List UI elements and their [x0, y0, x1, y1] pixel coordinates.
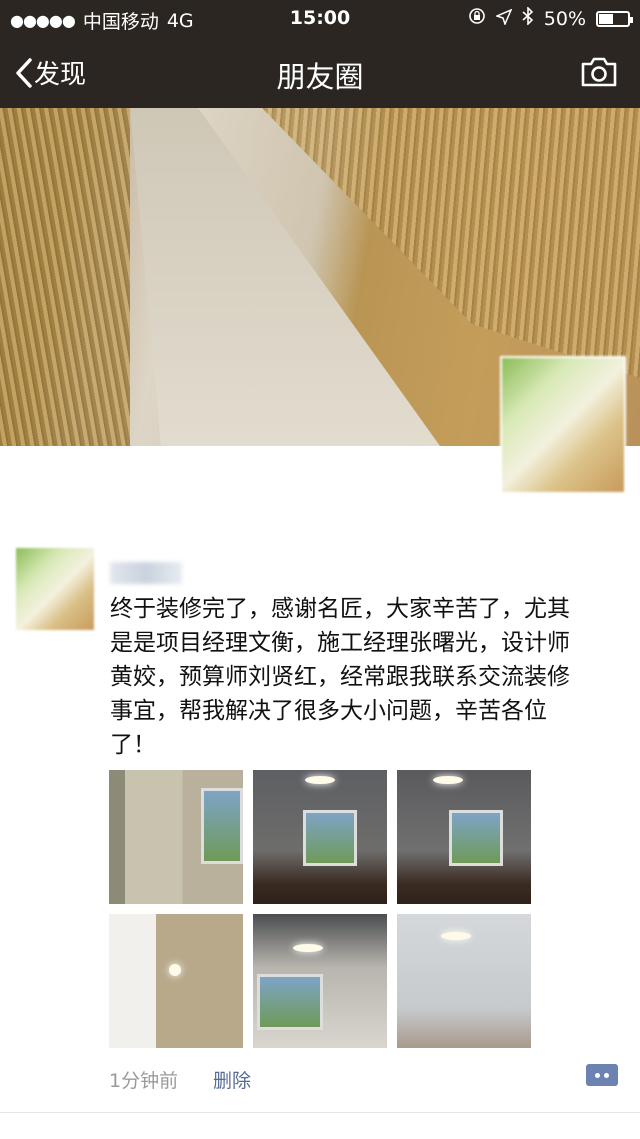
comment-icon[interactable] [586, 1064, 618, 1086]
post-divider [0, 1112, 640, 1113]
photo-thumbnail[interactable] [253, 914, 387, 1048]
orientation-lock-icon [468, 7, 486, 30]
battery-icon [596, 10, 633, 27]
nav-bar: 发现 朋友圈 [0, 36, 640, 108]
photo-thumbnail[interactable] [109, 770, 243, 904]
photo-thumbnail[interactable] [109, 914, 243, 1048]
location-icon [494, 8, 513, 30]
status-bar: ●●●●● 中国移动 4G 15:00 50% [0, 0, 640, 36]
photo-thumbnail[interactable] [397, 914, 531, 1048]
photo-thumbnail[interactable] [253, 770, 387, 904]
profile-avatar[interactable] [500, 356, 626, 494]
post-time: 1分钟前 [109, 1070, 179, 1092]
delete-link[interactable]: 删除 [213, 1066, 251, 1093]
photo-thumbnail[interactable] [397, 770, 531, 904]
camera-icon [581, 57, 617, 87]
post-author-avatar[interactable] [16, 548, 94, 630]
camera-button[interactable] [580, 57, 618, 91]
post-author-name-blurred[interactable] [110, 562, 182, 584]
bluetooth-icon [522, 6, 534, 30]
cover-grass-left [0, 108, 130, 446]
page-title: 朋友圈 [276, 60, 364, 94]
post-text: 终于装修完了，感谢名匠，大家辛苦了，尤其是是项目经理文衡，施工经理张曙光，设计师… [110, 596, 570, 758]
battery-percent: 50% [543, 7, 586, 30]
